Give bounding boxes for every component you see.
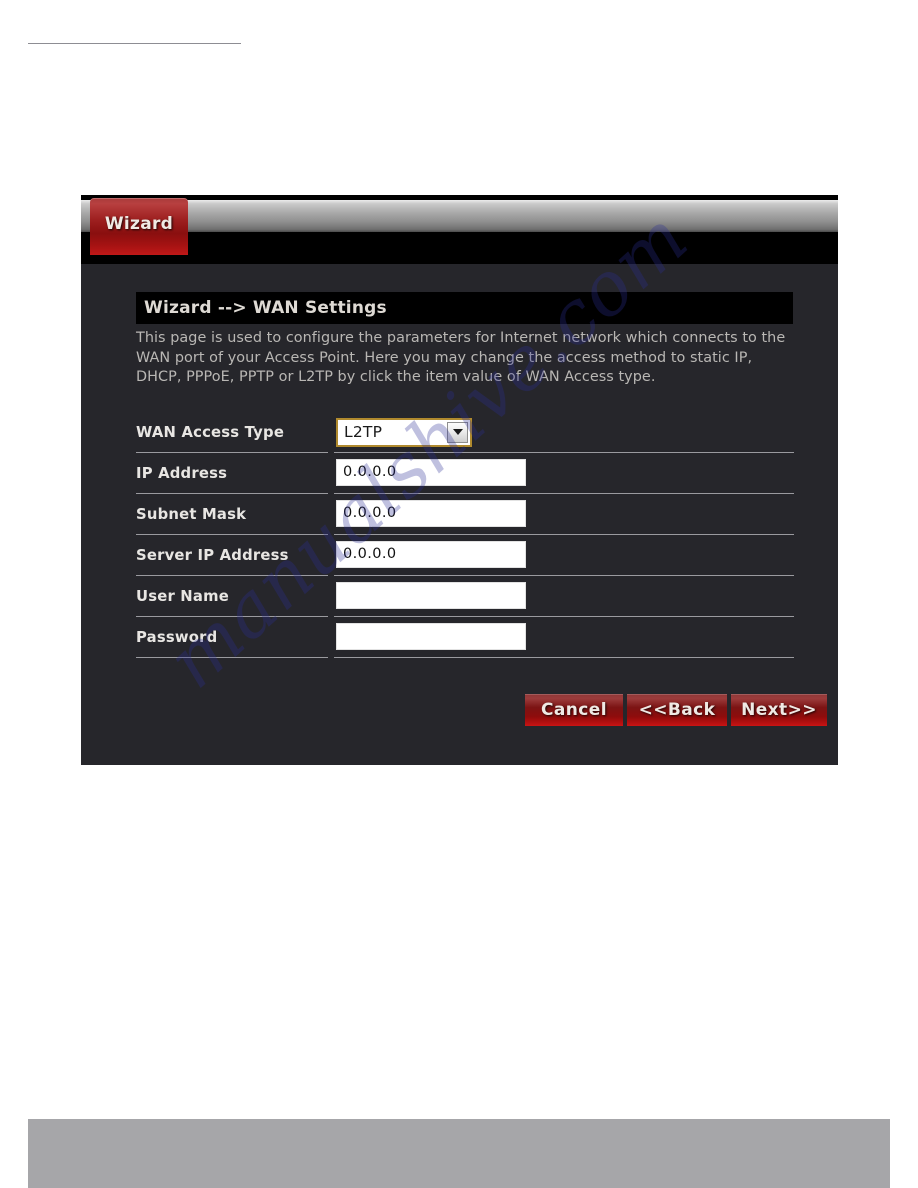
user-name-input[interactable] [336, 581, 526, 609]
page-title-bar: Wizard --> WAN Settings [136, 292, 793, 324]
label-password: Password [136, 628, 218, 646]
form-row-wan-access-type: WAN Access Type L2TP [136, 412, 794, 453]
row-rule-right [334, 656, 794, 658]
label-subnet-mask: Subnet Mask [136, 505, 247, 523]
wan-settings-form: WAN Access Type L2TP IP Address 0.0.0.0 [136, 412, 794, 658]
password-input[interactable] [336, 622, 526, 650]
field-ip-address: 0.0.0.0 [336, 458, 526, 486]
back-button[interactable]: <<Back [627, 694, 727, 726]
cancel-button[interactable]: Cancel [525, 694, 623, 726]
row-rule-left [136, 656, 328, 658]
form-row-user-name: User Name [136, 576, 794, 617]
form-row-subnet-mask: Subnet Mask 0.0.0.0 [136, 494, 794, 535]
top-divider-rule [28, 43, 241, 44]
field-server-ip-address: 0.0.0.0 [336, 540, 526, 568]
label-user-name: User Name [136, 587, 229, 605]
form-row-server-ip-address: Server IP Address 0.0.0.0 [136, 535, 794, 576]
next-button[interactable]: Next>> [731, 694, 827, 726]
tab-wizard[interactable]: Wizard [90, 198, 188, 255]
wan-access-type-value: L2TP [344, 423, 383, 441]
field-password [336, 622, 526, 650]
label-server-ip-address: Server IP Address [136, 546, 289, 564]
subnet-mask-input[interactable]: 0.0.0.0 [336, 499, 526, 527]
panel-body: Wizard --> WAN Settings This page is use… [81, 264, 838, 765]
field-user-name [336, 581, 526, 609]
ip-address-input[interactable]: 0.0.0.0 [336, 458, 526, 486]
action-button-row: Cancel <<Back Next>> [81, 694, 838, 739]
form-row-password: Password [136, 617, 794, 658]
label-wan-access-type: WAN Access Type [136, 423, 285, 441]
chevron-down-icon[interactable] [447, 421, 468, 443]
router-admin-panel: Wizard Wizard --> WAN Settings This page… [81, 195, 838, 765]
header-black-band [81, 232, 838, 264]
page-description: This page is used to configure the param… [136, 330, 786, 385]
field-subnet-mask: 0.0.0.0 [336, 499, 526, 527]
page-title: Wizard --> WAN Settings [144, 298, 387, 318]
field-wan-access-type: L2TP [336, 417, 472, 447]
label-ip-address: IP Address [136, 464, 228, 482]
wan-access-type-select[interactable]: L2TP [336, 417, 472, 447]
panel-header: Wizard [81, 195, 838, 264]
footer-bar [28, 1119, 890, 1188]
form-row-ip-address: IP Address 0.0.0.0 [136, 453, 794, 494]
panel-content: Wizard --> WAN Settings This page is use… [136, 292, 794, 658]
server-ip-address-input[interactable]: 0.0.0.0 [336, 540, 526, 568]
header-gradient-bar [81, 200, 838, 232]
tab-wizard-label: Wizard [104, 213, 174, 234]
